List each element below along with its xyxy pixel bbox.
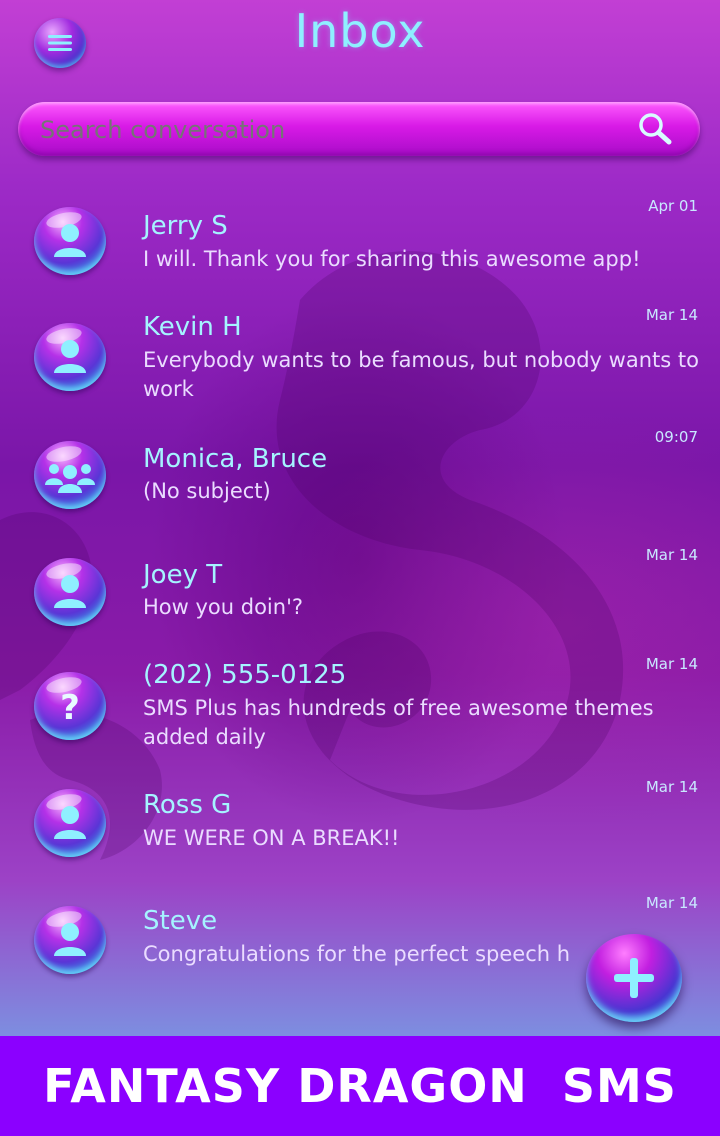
message-snippet: WE WERE ON A BREAK!! [143,826,400,850]
message-snippet: (No subject) [143,479,271,503]
message-snippet: I will. Thank you for sharing this aweso… [143,247,641,271]
contact-icon [54,575,86,608]
top-bar: Inbox [0,0,720,90]
message-snippet: SMS Plus has hundreds of free awesome th… [143,696,654,749]
message-date: Mar 14 [645,306,698,324]
search-bar[interactable] [18,102,700,156]
page-title: Inbox [294,4,426,58]
contact-icon [54,806,86,839]
contact-name: Steve [143,906,218,936]
search-input[interactable] [38,115,622,145]
contact-avatar [34,789,106,857]
message-date: Mar 14 [645,546,698,564]
contact-name: Monica, Bruce [143,444,328,474]
contact-name: Ross G [143,790,232,820]
conversation-row[interactable]: Joey T How you doin'? Mar 14 [0,540,720,650]
contact-icon [54,340,86,373]
message-date: 09:07 [654,428,698,446]
search-icon[interactable] [636,111,674,147]
contact-name: (202) 555-0125 [143,660,347,690]
inbox-screen: Inbox Jerry S I will. Thank you for shar… [0,0,720,1036]
plus-icon [614,958,654,998]
contact-icon [54,224,86,257]
contact-name: Jerry S [143,211,228,241]
group-icon [45,464,95,493]
unknown-contact-icon: ? [60,688,80,728]
message-date: Apr 01 [648,197,698,215]
message-date: Mar 14 [645,655,698,673]
message-snippet: Everybody wants to be famous, but nobody… [143,348,699,401]
contact-avatar [34,906,106,974]
contact-avatar [34,207,106,275]
conversation-row[interactable]: Monica, Bruce (No subject) 09:07 [0,422,720,532]
contact-name: Kevin H [143,312,242,342]
promo-banner: FANTASY DRAGON SMS [0,1036,720,1136]
conversation-row[interactable]: ? (202) 555-0125 SMS Plus has hundreds o… [0,652,720,762]
new-message-button[interactable] [586,934,682,1022]
conversation-row[interactable]: Jerry S I will. Thank you for sharing th… [0,190,720,300]
conversation-row[interactable]: Ross G WE WERE ON A BREAK!! Mar 14 [0,776,720,886]
svg-text:?: ? [60,688,80,728]
contact-avatar [34,558,106,626]
contact-name: Joey T [143,560,223,590]
unknown-avatar: ? [34,672,106,740]
banner-title: FANTASY DRAGON SMS [43,1059,677,1113]
message-date: Mar 14 [645,894,698,912]
conversation-row[interactable]: Kevin H Everybody wants to be famous, bu… [0,300,720,410]
message-date: Mar 14 [645,778,698,796]
group-avatar [34,441,106,509]
contact-avatar [34,323,106,391]
contact-icon [54,923,86,956]
message-snippet: How you doin'? [143,595,303,619]
